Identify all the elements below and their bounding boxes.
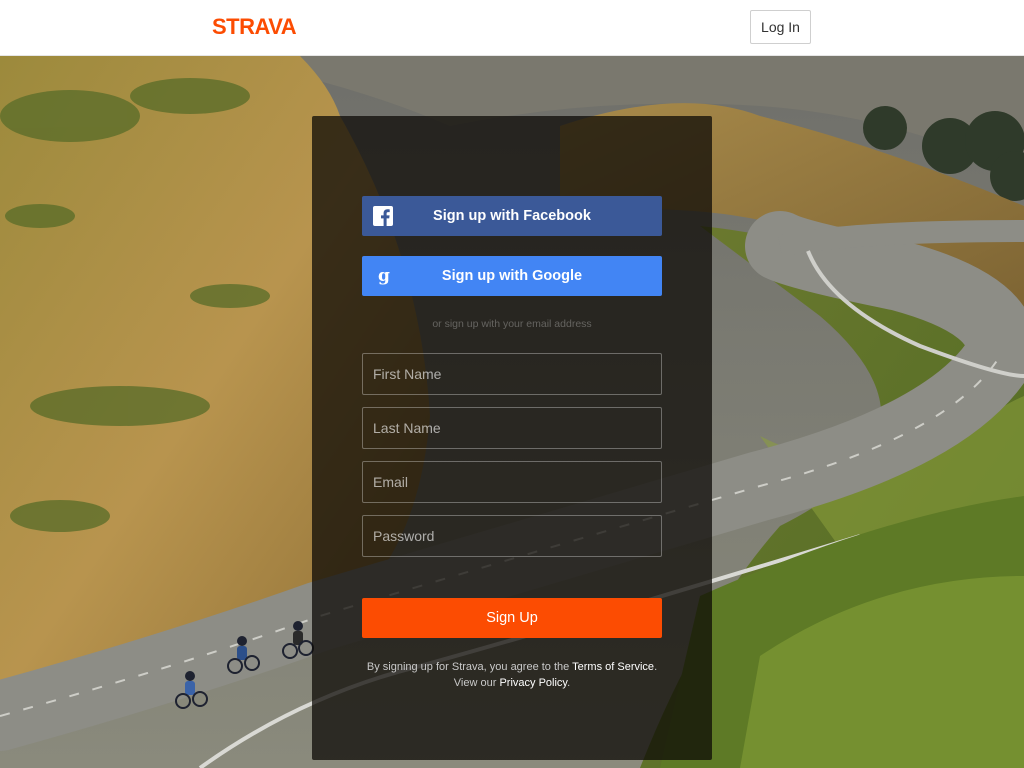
password-input[interactable] bbox=[362, 515, 662, 557]
legal-text: By signing up for Strava, you agree to t… bbox=[366, 661, 658, 689]
email-divider-text: or sign up with your email address bbox=[432, 318, 592, 330]
facebook-signup-label: Sign up with Facebook bbox=[433, 208, 591, 224]
privacy-policy-link[interactable]: Privacy Policy bbox=[499, 677, 567, 689]
email-input[interactable] bbox=[362, 461, 662, 503]
legal-mid: View our bbox=[453, 677, 497, 689]
strava-logo-mark: STRAVA bbox=[212, 14, 297, 38]
legal-prefix: By signing up for Strava, you agree to t… bbox=[366, 661, 570, 673]
top-nav: STRAVA Log In bbox=[0, 0, 1024, 56]
google-icon: g bbox=[373, 266, 393, 286]
facebook-signup-button[interactable]: Sign up with Facebook bbox=[362, 196, 662, 236]
login-button[interactable]: Log In bbox=[750, 10, 811, 44]
strava-logo[interactable]: STRAVA bbox=[212, 14, 306, 38]
google-signup-button[interactable]: g Sign up with Google bbox=[362, 256, 662, 296]
sign-up-button[interactable]: Sign Up bbox=[362, 598, 662, 638]
signup-panel: Sign up with Facebook g Sign up with Goo… bbox=[312, 116, 712, 760]
first-name-input[interactable] bbox=[362, 353, 662, 395]
svg-text:g: g bbox=[378, 266, 390, 286]
last-name-input[interactable] bbox=[362, 407, 662, 449]
terms-of-service-link[interactable]: Terms of Service bbox=[572, 661, 654, 673]
svg-text:STRAVA: STRAVA bbox=[212, 14, 297, 38]
facebook-icon bbox=[373, 206, 393, 226]
google-signup-label: Sign up with Google bbox=[441, 268, 583, 284]
